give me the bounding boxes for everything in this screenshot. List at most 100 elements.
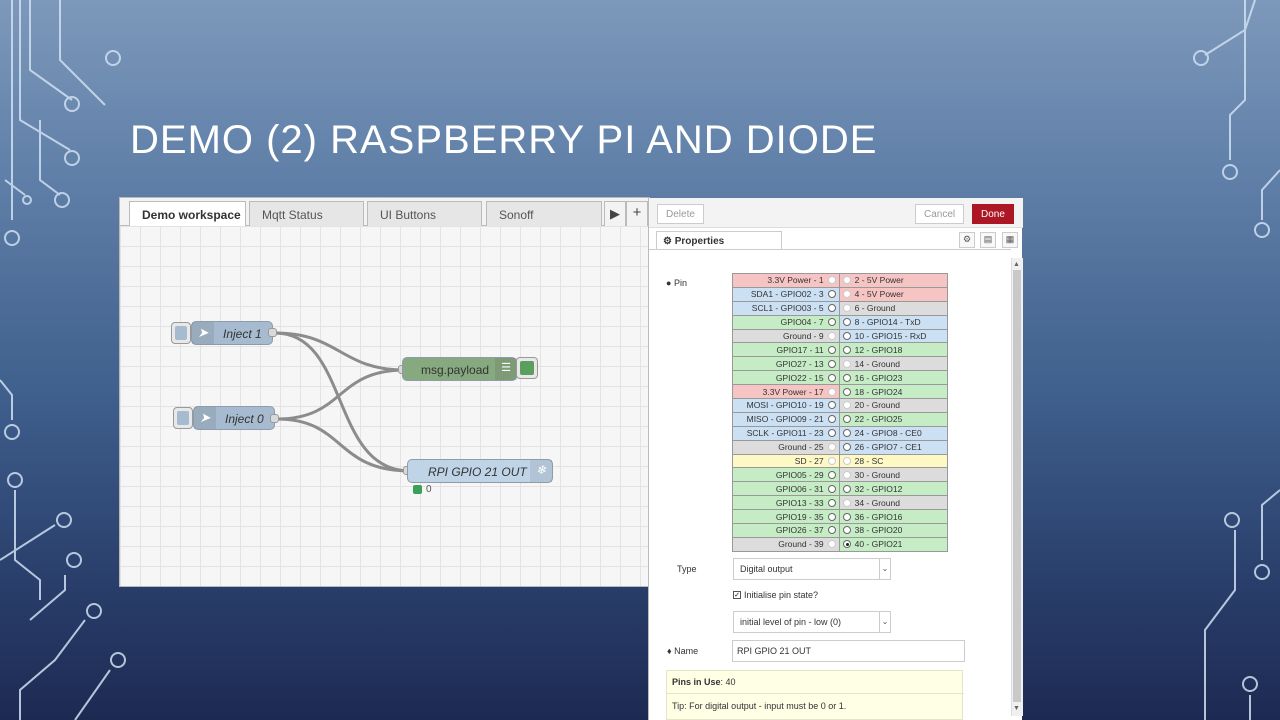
pin-radio[interactable] xyxy=(842,526,851,535)
inject-0-node[interactable]: ➤ Inject 0 xyxy=(193,406,275,430)
pin-right-cell[interactable]: 40 - GPIO21 xyxy=(838,536,949,552)
initialise-checkbox[interactable]: ✓ xyxy=(733,591,741,599)
pin-radio[interactable] xyxy=(827,373,836,382)
pin-left-cell[interactable]: GPIO06 - 31 xyxy=(732,481,840,497)
pin-left-cell[interactable]: SD - 27 xyxy=(732,453,840,469)
pin-right-cell[interactable]: 4 - 5V Power xyxy=(838,286,949,302)
inject-0-button[interactable] xyxy=(173,407,193,429)
pin-radio[interactable] xyxy=(842,415,851,424)
plus-icon[interactable]: + xyxy=(626,201,648,226)
pin-left-cell[interactable]: 3.3V Power - 1 xyxy=(732,273,840,288)
tab-ui-buttons[interactable]: UI Buttons xyxy=(367,201,482,226)
pin-right-cell[interactable]: 8 - GPIO14 - TxD xyxy=(838,314,949,330)
inject-1-output-port[interactable] xyxy=(268,328,277,337)
pin-radio[interactable] xyxy=(842,318,851,327)
pin-right-cell[interactable]: 6 - Ground xyxy=(838,300,949,316)
pin-left-cell[interactable]: 3.3V Power - 17 xyxy=(732,384,840,400)
pin-left-cell[interactable]: GPIO22 - 15 xyxy=(732,370,840,386)
pin-radio[interactable] xyxy=(842,373,851,382)
tab-demo-workspace[interactable]: Demo workspace xyxy=(129,201,246,227)
pin-right-cell[interactable]: 18 - GPIO24 xyxy=(838,384,949,400)
done-button[interactable]: Done xyxy=(972,204,1014,224)
pin-radio[interactable] xyxy=(827,526,836,535)
tab-sonoff[interactable]: Sonoff xyxy=(486,201,602,226)
initial-level-select[interactable]: initial level of pin - low (0) ⌄ xyxy=(733,611,891,633)
play-right-icon[interactable]: ▶ xyxy=(604,201,626,226)
pin-right-cell[interactable]: 14 - Ground xyxy=(838,356,949,372)
tab-mqtt-status[interactable]: Mqtt Status xyxy=(249,201,364,226)
pin-right-cell[interactable]: 10 - GPIO15 - RxD xyxy=(838,328,949,344)
pin-right-cell[interactable]: 30 - Ground xyxy=(838,467,949,483)
pin-left-cell[interactable]: GPIO04 - 7 xyxy=(732,314,840,330)
pin-right-cell[interactable]: 16 - GPIO23 xyxy=(838,370,949,386)
pin-right-label: 8 - GPIO14 - TxD xyxy=(854,317,921,328)
name-input[interactable]: RPI GPIO 21 OUT xyxy=(732,640,965,662)
pin-left-cell[interactable]: Ground - 39 xyxy=(732,536,840,552)
rpi-gpio-out-node[interactable]: RPI GPIO 21 OUT ❄ xyxy=(407,459,553,483)
flow-canvas[interactable]: ➤ Inject 1 ➤ Inject 0 msg.payload ☰ RPI … xyxy=(120,226,649,586)
pin-right-cell[interactable]: 36 - GPIO16 xyxy=(838,509,949,525)
pin-radio[interactable] xyxy=(827,345,836,354)
scrollbar-thumb[interactable] xyxy=(1013,270,1021,702)
pin-right-cell[interactable]: 26 - GPIO7 - CE1 xyxy=(838,439,949,455)
pin-radio[interactable] xyxy=(842,443,851,452)
pin-radio[interactable] xyxy=(842,484,851,493)
pin-left-cell[interactable]: GPIO26 - 37 xyxy=(732,523,840,538)
pin-right-cell[interactable]: 20 - Ground xyxy=(838,398,949,413)
pin-right-cell[interactable]: 24 - GPIO8 - CE0 xyxy=(838,425,949,441)
properties-tab[interactable]: ⚙ Properties xyxy=(656,231,782,250)
pin-radio[interactable] xyxy=(842,345,851,354)
pin-left-cell[interactable]: Ground - 25 xyxy=(732,439,840,455)
type-select[interactable]: Digital output ⌄ xyxy=(733,558,891,580)
pin-left-cell[interactable]: GPIO13 - 33 xyxy=(732,495,840,511)
pin-right-cell[interactable]: 32 - GPIO12 xyxy=(838,481,949,497)
pin-radio[interactable] xyxy=(842,387,851,396)
pin-left-cell[interactable]: GPIO27 - 13 xyxy=(732,356,840,372)
pin-row: 3.3V Power - 17 18 - GPIO24 xyxy=(732,384,949,400)
wire-inject1-debug xyxy=(274,331,406,372)
pin-radio[interactable] xyxy=(827,512,836,521)
pin-left-cell[interactable]: MISO - GPIO09 - 21 xyxy=(732,411,840,427)
pin-left-cell[interactable]: GPIO05 - 29 xyxy=(732,467,840,483)
scroll-down-icon[interactable]: ▼ xyxy=(1013,705,1020,712)
pin-right-cell[interactable]: 22 - GPIO25 xyxy=(838,411,949,427)
pin-radio[interactable] xyxy=(827,415,836,424)
delete-button[interactable]: Delete xyxy=(657,204,704,224)
pin-left-cell[interactable]: SDA1 - GPIO02 - 3 xyxy=(732,286,840,302)
debug-node[interactable]: msg.payload ☰ xyxy=(402,357,517,381)
pin-right-cell[interactable]: 34 - Ground xyxy=(838,495,949,511)
pin-right-cell[interactable]: 28 - SC xyxy=(838,453,949,469)
debug-toggle-button[interactable] xyxy=(516,357,538,379)
inject-1-button[interactable] xyxy=(171,322,191,344)
pin-right-cell[interactable]: 2 - 5V Power xyxy=(838,273,949,288)
pin-left-cell[interactable]: Ground - 9 xyxy=(732,328,840,344)
pin-right-cell[interactable]: 12 - GPIO18 xyxy=(838,342,949,358)
pin-radio[interactable] xyxy=(827,290,836,299)
inject-1-node[interactable]: ➤ Inject 1 xyxy=(191,321,273,345)
pin-radio[interactable] xyxy=(827,401,836,410)
pin-radio[interactable] xyxy=(827,359,836,368)
pin-radio[interactable] xyxy=(827,318,836,327)
pin-left-cell[interactable]: GPIO17 - 11 xyxy=(732,342,840,358)
pin-left-cell[interactable]: MOSI - GPIO10 - 19 xyxy=(732,398,840,413)
cancel-button[interactable]: Cancel xyxy=(915,204,965,224)
pin-radio[interactable] xyxy=(827,429,836,438)
pin-right-cell[interactable]: 38 - GPIO20 xyxy=(838,523,949,538)
inject-0-output-port[interactable] xyxy=(270,414,279,423)
pin-left-cell[interactable]: SCL1 - GPIO03 - 5 xyxy=(732,300,840,316)
pin-radio[interactable] xyxy=(842,332,851,340)
pin-radio[interactable] xyxy=(827,498,836,507)
pin-left-cell[interactable]: GPIO19 - 35 xyxy=(732,509,840,525)
pin-radio[interactable] xyxy=(842,540,851,549)
scroll-up-icon[interactable]: ▲ xyxy=(1013,261,1020,268)
pin-radio[interactable] xyxy=(827,304,836,313)
pin-radio[interactable] xyxy=(842,429,851,438)
gear-icon[interactable]: ⚙ xyxy=(959,232,975,248)
pin-left-cell[interactable]: SCLK - GPIO11 - 23 xyxy=(732,425,840,441)
appearance-icon[interactable]: ▦ xyxy=(1002,232,1018,248)
description-icon[interactable]: ▤ xyxy=(980,232,996,248)
pin-radio[interactable] xyxy=(827,470,836,479)
pin-radio[interactable] xyxy=(842,512,851,521)
pin-radio[interactable] xyxy=(827,484,836,493)
pin-radio xyxy=(842,498,851,507)
